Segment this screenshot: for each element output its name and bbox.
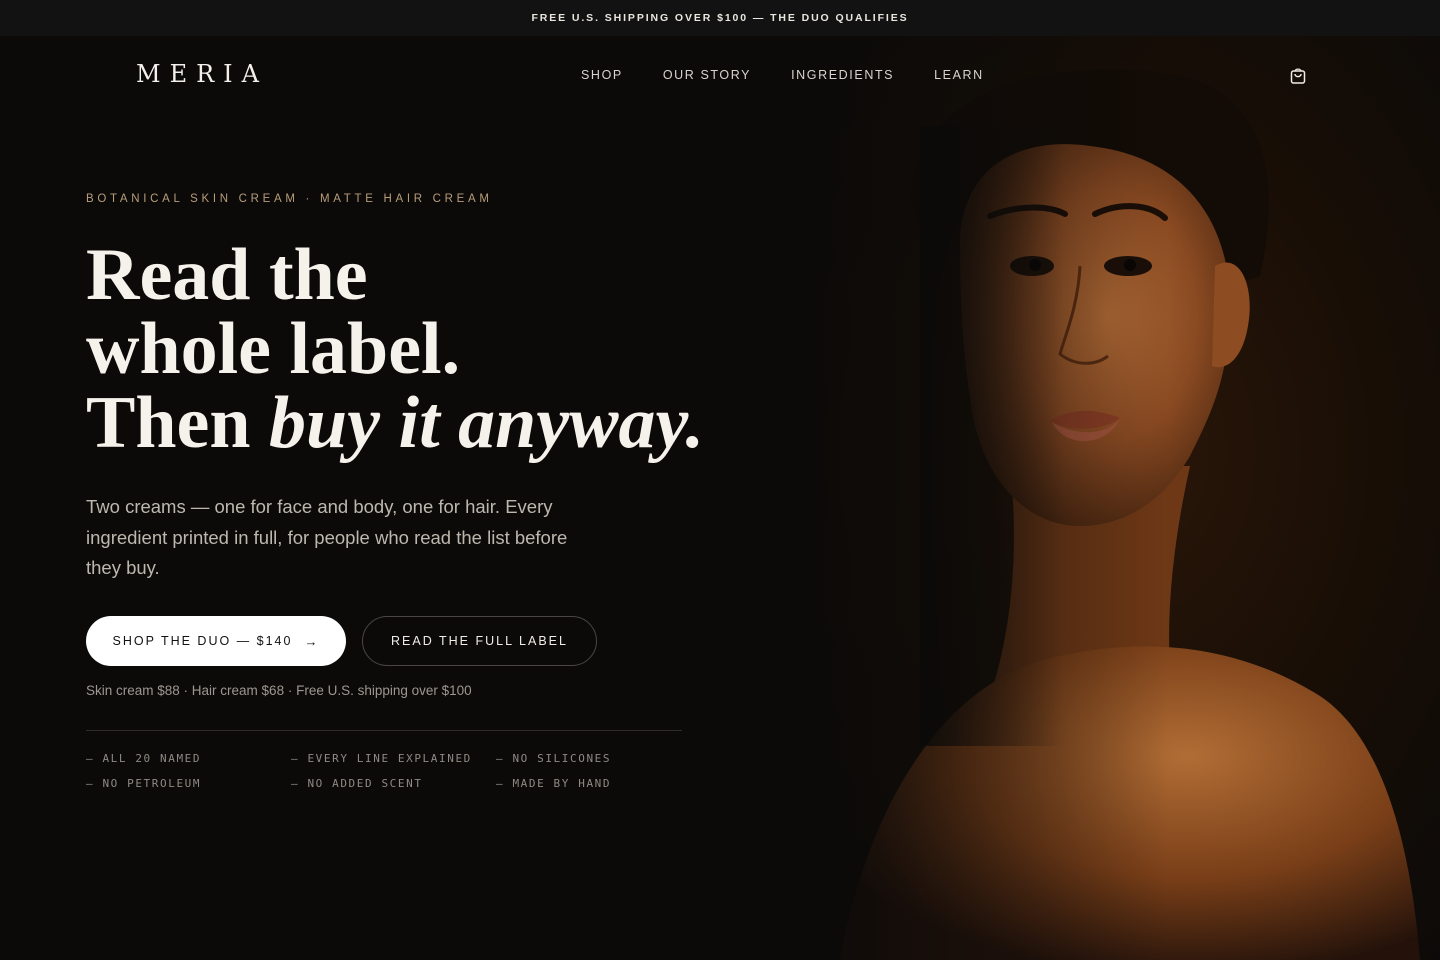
read-full-label-text: READ THE FULL LABEL: [391, 634, 568, 648]
announcement-bar: FREE U.S. SHIPPING OVER $100 — THE DUO Q…: [0, 0, 1440, 36]
claim-item: — NO SILICONES: [496, 752, 612, 765]
headline-line-1: Read the: [86, 234, 368, 316]
headline-line-3: Then buy it anyway.: [86, 386, 704, 460]
read-full-label-button[interactable]: READ THE FULL LABEL: [362, 616, 597, 666]
shop-the-duo-label: SHOP THE DUO — $140: [112, 634, 293, 648]
headline-line-3-plain: Then: [86, 382, 270, 464]
nav-links: SHOP OUR STORY INGREDIENTS LEARN: [581, 68, 984, 82]
nav-link-ingredients[interactable]: INGREDIENTS: [791, 68, 894, 82]
nav-link-our-story[interactable]: OUR STORY: [663, 68, 751, 82]
hero-portrait-image: [760, 36, 1440, 960]
arrow-right-icon: →: [304, 633, 320, 649]
claim-item: — NO PETROLEUM: [86, 777, 202, 790]
brand-logo[interactable]: MERIA: [136, 60, 268, 88]
pricing-note: Skin cream $88 · Hair cream $68 · Free U…: [86, 683, 472, 698]
claims-grid: — ALL 20 NAMED — EVERY LINE EXPLAINED — …: [86, 752, 686, 790]
claims-divider: [86, 730, 682, 731]
headline-line-3-italic: buy it anyway.: [269, 382, 705, 464]
hero-headline: Read the whole label. Then buy it anyway…: [86, 238, 704, 460]
shop-the-duo-button[interactable]: SHOP THE DUO — $140 →: [86, 616, 346, 666]
claim-item: — ALL 20 NAMED: [86, 752, 202, 765]
nav-link-learn[interactable]: LEARN: [934, 68, 984, 82]
main-nav: MERIA SHOP OUR STORY INGREDIENTS LEARN: [0, 36, 1440, 116]
claim-item: — EVERY LINE EXPLAINED: [291, 752, 472, 765]
bag-icon[interactable]: [1289, 67, 1307, 85]
claim-item: — NO ADDED SCENT: [291, 777, 423, 790]
headline-line-2: whole label.: [86, 308, 461, 390]
claim-item: — MADE BY HAND: [496, 777, 612, 790]
announcement-text: FREE U.S. SHIPPING OVER $100 — THE DUO Q…: [531, 12, 909, 24]
hero-eyebrow: BOTANICAL SKIN CREAM · MATTE HAIR CREAM: [86, 193, 493, 205]
hero-lede: Two creams — one for face and body, one …: [86, 496, 568, 578]
nav-link-shop[interactable]: SHOP: [581, 68, 623, 82]
